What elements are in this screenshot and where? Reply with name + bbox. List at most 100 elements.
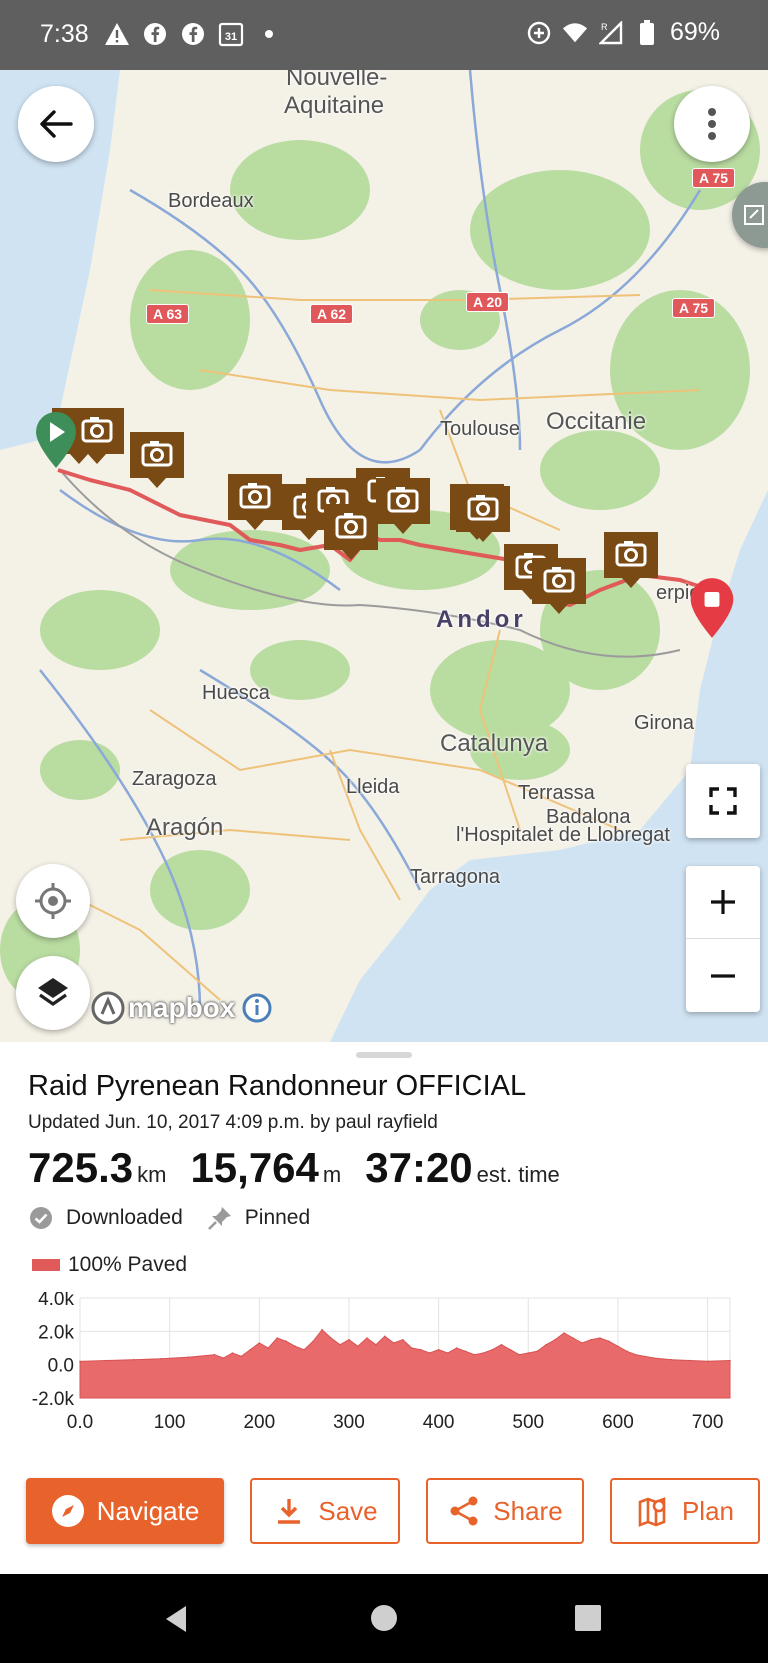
x-tick-label: 200 <box>243 1412 275 1433</box>
elevation-point <box>446 1352 449 1354</box>
system-nav-bar <box>0 1574 768 1663</box>
pin-icon <box>207 1205 233 1231</box>
save-button[interactable]: Save <box>250 1478 400 1544</box>
mapbox-attribution: mapbox <box>90 990 273 1026</box>
more-vert-icon <box>708 108 716 140</box>
svg-text:31: 31 <box>225 31 237 43</box>
map-pin-icon <box>636 1494 670 1528</box>
time-value: 37:20 <box>365 1144 473 1191</box>
nav-back-icon[interactable] <box>162 1604 190 1634</box>
warning-icon <box>104 21 130 47</box>
navigate-label: Navigate <box>96 1495 200 1526</box>
elevation-point <box>572 1337 574 1339</box>
elevation-point <box>321 1328 323 1331</box>
facebook-icon <box>180 21 206 47</box>
elevation-point <box>518 1353 521 1356</box>
elevation-point <box>729 1359 731 1362</box>
elevation-point <box>276 1337 279 1339</box>
route-details-sheet: Raid Pyrenean Randonneur OFFICIAL Update… <box>0 1042 768 1574</box>
check-circle-icon <box>28 1205 54 1231</box>
minus-icon <box>711 973 735 978</box>
map-view[interactable]: Nouvelle- Aquitaine Bordeaux Toulouse Oc… <box>0 70 768 1042</box>
map-layers-button[interactable] <box>16 956 90 1030</box>
svg-text:R: R <box>601 22 608 32</box>
elevation-point <box>491 1348 494 1351</box>
elevation-point <box>258 1342 261 1344</box>
plan-label: Plan <box>681 1495 735 1526</box>
elevation-point <box>339 1343 341 1346</box>
elevation-point <box>240 1355 243 1358</box>
more-options-button[interactable] <box>674 86 750 162</box>
my-location-button[interactable] <box>16 864 90 938</box>
elevation-point <box>348 1338 350 1341</box>
action-buttons: Navigate Save Share Plan <box>26 1478 760 1544</box>
y-tick-label: 0.0 <box>48 1356 74 1377</box>
elevation-point <box>133 1358 135 1361</box>
facebook-icon <box>142 21 168 47</box>
mapbox-logo-icon <box>91 991 125 1025</box>
edit-icon <box>744 205 764 225</box>
elevation-point <box>303 1348 305 1351</box>
distance-value: 725.3 <box>28 1144 134 1191</box>
elevation-point <box>428 1352 431 1354</box>
elevation-point <box>473 1353 476 1356</box>
elevation-point <box>482 1352 485 1354</box>
back-button[interactable] <box>18 86 94 162</box>
crosshair-icon <box>35 883 71 919</box>
elevation-point <box>294 1345 297 1348</box>
elevation-point <box>366 1337 368 1339</box>
y-tick-label: 2.0k <box>38 1322 74 1343</box>
compass-icon <box>51 1494 85 1528</box>
elevation-point <box>437 1348 440 1351</box>
data-saver-icon <box>526 20 552 46</box>
navigate-button[interactable]: Navigate <box>26 1478 224 1544</box>
time-unit: est. time <box>476 1162 560 1187</box>
surface-legend: 100% Paved <box>32 1253 187 1277</box>
x-tick-label: 500 <box>512 1412 544 1433</box>
elevation-point <box>330 1337 332 1339</box>
elevation-point <box>464 1350 467 1353</box>
zoom-out-button[interactable] <box>686 939 760 1012</box>
elevation-point <box>419 1348 422 1351</box>
photo-markers <box>50 406 660 616</box>
info-icon[interactable] <box>241 992 273 1024</box>
plus-icon <box>711 890 735 914</box>
fullscreen-button[interactable] <box>686 764 760 838</box>
y-tick-label: -2.0k <box>32 1389 75 1410</box>
elevation-point <box>599 1337 601 1339</box>
elevation-point <box>706 1360 709 1363</box>
elevation-point <box>581 1342 583 1344</box>
elevation-chart[interactable]: 4.0k2.0k0.0-2.0k0.0 100 200 300 400 500 600 700 <box>20 1292 740 1456</box>
drag-handle[interactable] <box>356 1052 412 1058</box>
elevation-point <box>267 1347 270 1349</box>
fullscreen-icon <box>709 787 737 815</box>
save-label: Save <box>318 1495 378 1526</box>
end-marker-icon[interactable] <box>686 576 738 640</box>
elevation-point <box>312 1340 314 1343</box>
start-marker-icon[interactable] <box>32 410 80 470</box>
elevation-unit: m <box>322 1162 342 1187</box>
share-button[interactable]: Share <box>426 1478 584 1544</box>
route-title: Raid Pyrenean Randonneur OFFICIAL <box>28 1070 527 1102</box>
zoom-control <box>686 866 760 1012</box>
route-flags: Downloaded Pinned <box>28 1205 310 1231</box>
calendar-icon: 31 <box>218 21 244 47</box>
surface-label: 100% Paved <box>68 1253 188 1276</box>
elevation-value: 15,764 <box>190 1144 319 1191</box>
nav-recents-icon[interactable] <box>574 1604 602 1632</box>
zoom-in-button[interactable] <box>686 866 760 939</box>
plan-button[interactable]: Plan <box>610 1478 760 1544</box>
y-tick-label: 4.0k <box>38 1292 74 1310</box>
elevation-point <box>536 1350 538 1353</box>
elevation-point <box>357 1345 359 1348</box>
elevation-point <box>402 1338 404 1341</box>
nav-home-icon[interactable] <box>370 1604 398 1632</box>
x-tick-label: 700 <box>692 1412 724 1433</box>
elevation-point <box>608 1340 610 1343</box>
mapbox-wordmark: mapbox <box>128 992 236 1023</box>
x-tick-label: 600 <box>602 1412 634 1433</box>
x-tick-label: 400 <box>423 1412 455 1433</box>
elevation-point <box>527 1352 530 1354</box>
elevation-point <box>617 1345 619 1348</box>
elevation-point <box>653 1357 655 1359</box>
